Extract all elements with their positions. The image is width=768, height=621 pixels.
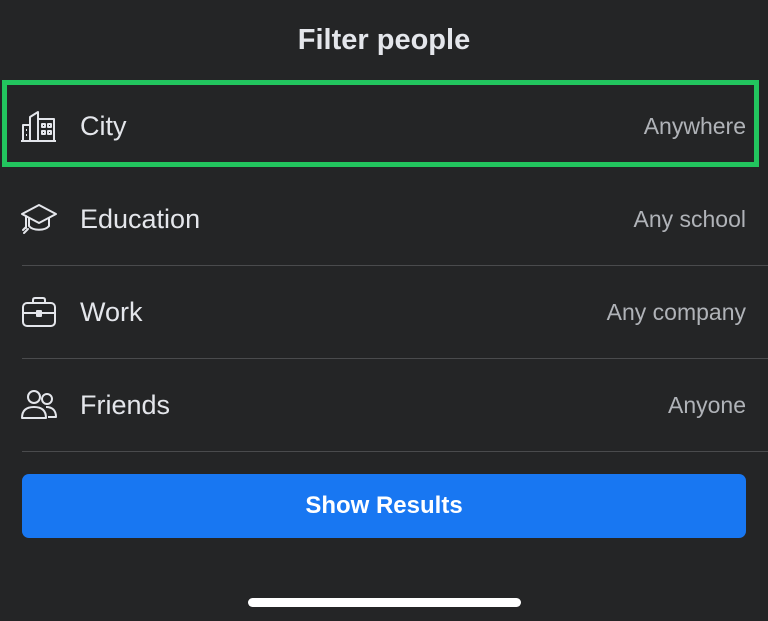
filter-label-friends: Friends <box>80 390 171 420</box>
home-indicator[interactable] <box>248 598 521 607</box>
filter-label-education: Education <box>80 204 201 234</box>
show-results-button[interactable]: Show Results <box>22 474 746 538</box>
filter-row-friends[interactable]: Friends Anyone <box>0 359 768 452</box>
page-title: Filter people <box>297 24 471 56</box>
filter-value-city: Anywhere <box>643 113 746 139</box>
briefcase-icon <box>20 293 58 331</box>
divider <box>22 451 768 452</box>
people-icon <box>20 386 58 424</box>
filter-label-work: Work <box>80 297 143 327</box>
city-buildings-icon <box>20 107 58 145</box>
filter-value-education: Any school <box>633 206 746 232</box>
filter-value-work: Any company <box>606 299 746 325</box>
filter-row-work[interactable]: Work Any company <box>0 266 768 359</box>
filter-row-city[interactable]: City Anywhere <box>0 80 768 173</box>
graduation-cap-icon <box>20 200 58 238</box>
filter-row-education[interactable]: Education Any school <box>0 173 768 266</box>
filter-label-city: City <box>80 111 127 141</box>
filter-value-friends: Anyone <box>667 392 746 418</box>
filter-people-sheet: Filter people City Anywhere Education An… <box>0 0 768 621</box>
